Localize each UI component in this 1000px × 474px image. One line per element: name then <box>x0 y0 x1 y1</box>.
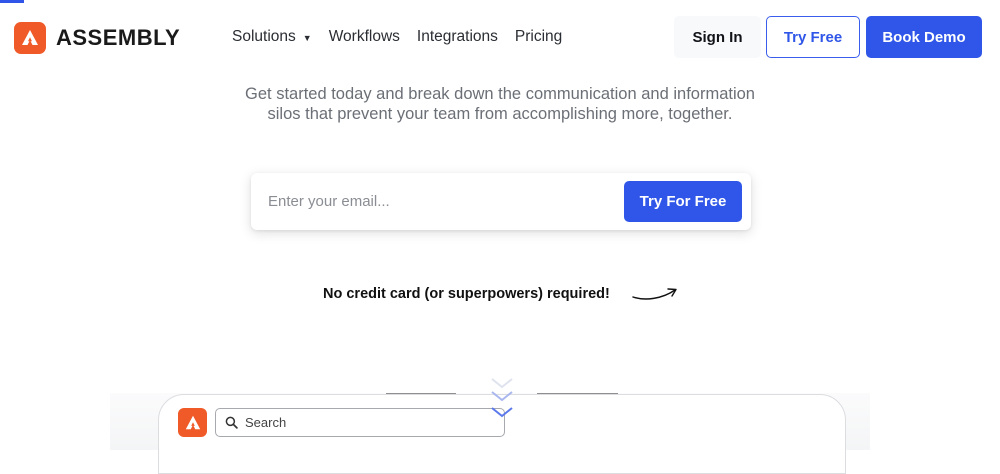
book-demo-button[interactable]: Book Demo <box>866 16 982 58</box>
try-for-free-button[interactable]: Try For Free <box>624 181 742 222</box>
sign-in-button[interactable]: Sign In <box>674 16 761 58</box>
email-signup-form: Try For Free <box>251 173 751 230</box>
hero-subtitle-line: Get started today and break down the com… <box>245 85 755 103</box>
nav-item-label: Workflows <box>328 28 400 45</box>
brand-logo[interactable]: ASSEMBLY <box>14 22 180 54</box>
assembly-logo-icon <box>14 22 46 54</box>
assembly-logo-icon <box>178 408 207 437</box>
search-placeholder: Search <box>245 415 287 430</box>
email-input[interactable] <box>251 173 611 230</box>
nav-item-label: Integrations <box>416 28 498 45</box>
app-preview-search: Search <box>215 408 505 437</box>
caret-down-icon: ▼ <box>302 32 312 43</box>
chevron-down-icon[interactable] <box>489 376 515 424</box>
nav-item-solutions[interactable]: Solutions ▼ <box>232 28 312 46</box>
no-credit-card-note: No credit card (or superpowers) required… <box>323 286 610 302</box>
nav-item-workflows[interactable]: Workflows <box>329 28 400 46</box>
hero-subtitle-line: silos that prevent your team from accomp… <box>267 105 733 123</box>
site-header: ASSEMBLY Solutions ▼ Workflows Integrati… <box>0 0 1000 76</box>
nav-item-label: Solutions <box>232 28 296 45</box>
hero-subtitle: Get started today and break down the com… <box>200 84 800 124</box>
nav-item-label: Pricing <box>514 28 563 45</box>
try-free-button[interactable]: Try Free <box>766 16 860 58</box>
main-nav: Solutions ▼ Workflows Integrations Prici… <box>232 28 579 46</box>
search-icon <box>225 416 238 429</box>
nav-item-integrations[interactable]: Integrations <box>417 28 498 46</box>
curved-arrow-icon <box>632 288 677 300</box>
nav-item-pricing[interactable]: Pricing <box>515 28 562 46</box>
brand-name: ASSEMBLY <box>56 25 181 50</box>
